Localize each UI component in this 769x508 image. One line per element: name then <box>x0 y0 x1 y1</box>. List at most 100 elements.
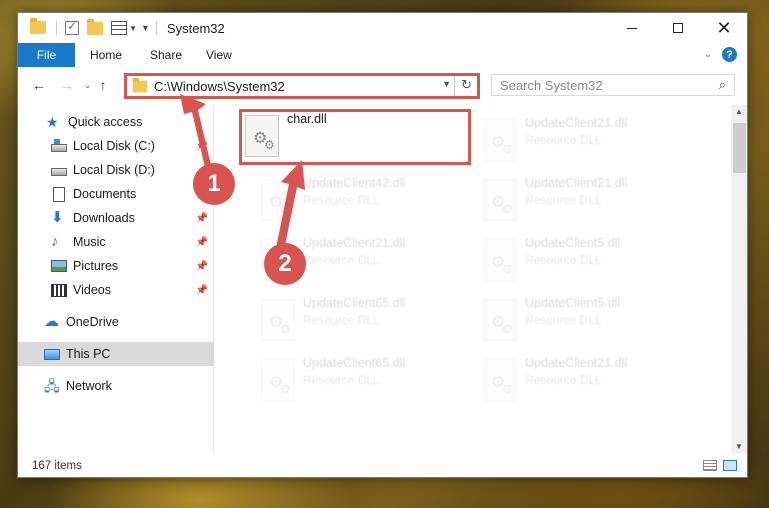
downloads-icon: ⬇ <box>51 209 64 226</box>
sidebar-item-onedrive[interactable]: ☁ OneDrive <box>18 310 214 334</box>
back-arrow-icon[interactable]: ← <box>32 77 46 93</box>
up-arrow-icon[interactable]: ↑ <box>100 77 107 93</box>
file-tile[interactable]: ⚙⚙ UpdateClient21.dll Resource DLL <box>477 173 709 229</box>
forward-arrow-icon[interactable]: → <box>60 77 74 93</box>
quick-access-toolbar-icon[interactable] <box>111 21 127 35</box>
scroll-thumb[interactable] <box>733 123 746 173</box>
tab-file[interactable]: File <box>18 43 75 67</box>
file-name: UpdateClient65.dll <box>303 356 406 370</box>
music-icon: ♪ <box>51 233 59 250</box>
disk-icon <box>51 168 67 176</box>
annotation-badge-2: 2 <box>264 243 306 285</box>
sidebar-item-label: Pictures <box>73 259 119 273</box>
search-input[interactable]: Search System32 ⌕ <box>491 74 735 96</box>
sidebar-item-downloads[interactable]: ⬇ Downloads 📌 <box>18 206 214 230</box>
vertical-scrollbar[interactable]: ▲ ▼ <box>731 105 747 453</box>
window-controls: ✕ <box>609 13 747 43</box>
videos-icon <box>51 283 67 297</box>
file-tile[interactable]: ⚙⚙ UpdateClient21.dll Resource DLL <box>477 353 709 409</box>
pin-icon[interactable]: 📌 <box>196 237 208 248</box>
chevron-down-icon[interactable]: ▼ <box>442 79 451 89</box>
refresh-icon[interactable]: ↻ <box>461 77 472 93</box>
dll-file-icon: ⚙⚙ <box>483 359 517 401</box>
file-type: Resource DLL <box>303 193 380 207</box>
sidebar-item-pictures[interactable]: Pictures 📌 <box>18 254 214 278</box>
sidebar-item-label: OneDrive <box>66 315 119 329</box>
sidebar-item-this-pc[interactable]: This PC <box>18 342 214 366</box>
sidebar-item-label: Network <box>66 379 112 393</box>
properties-check-icon[interactable] <box>65 19 79 35</box>
address-path[interactable]: C:\Windows\System32 <box>154 79 285 94</box>
title-bar: ▼ ▾ System32 ✕ <box>18 13 747 43</box>
address-bar[interactable]: C:\Windows\System32 ▼ ↻ <box>124 73 480 99</box>
maximize-icon <box>673 23 683 33</box>
tab-view[interactable]: View <box>206 43 246 67</box>
tiles-view-icon[interactable] <box>723 460 737 471</box>
chevron-down-icon[interactable]: ▼ <box>129 24 137 33</box>
sidebar-item-local-disk-d[interactable]: Local Disk (D:) <box>18 158 214 182</box>
file-type: Resource DLL <box>525 193 602 207</box>
sidebar-item-label: Videos <box>73 283 111 297</box>
help-icon[interactable]: ? <box>722 47 737 62</box>
pictures-icon <box>51 260 67 272</box>
file-name: UpdateClient21.dll <box>525 116 628 130</box>
file-type: Resource DLL <box>303 253 380 267</box>
file-tile[interactable]: ⚙ ⚙ UpdateClient5.dll Resource DLL <box>477 233 709 289</box>
file-name: UpdateClient5.dll <box>525 296 621 310</box>
onedrive-icon: ☁ <box>44 313 59 330</box>
file-tile[interactable]: ⚙ ⚙ UpdateClient65.dll Resource DLL <box>255 293 487 349</box>
file-name: UpdateClient5.dll <box>525 236 621 250</box>
sidebar-item-label: This PC <box>66 347 111 361</box>
close-button[interactable]: ✕ <box>701 13 747 43</box>
dll-file-icon: ⚙⚙ <box>261 359 295 401</box>
details-view-icon[interactable] <box>703 460 717 471</box>
expand-ribbon-icon[interactable]: ⌄ <box>704 49 712 60</box>
item-count: 167 items <box>32 460 82 472</box>
new-folder-icon[interactable] <box>87 18 103 35</box>
file-type: Resource DLL <box>303 313 380 327</box>
scroll-up-icon[interactable]: ▲ <box>735 107 743 116</box>
tab-share[interactable]: Share <box>150 43 190 67</box>
pin-icon[interactable]: 📌 <box>196 261 208 272</box>
sidebar-item-label: Documents <box>73 187 137 201</box>
dll-file-icon: ⚙⚙ <box>483 119 517 161</box>
annotation-badge-1: 1 <box>193 163 235 205</box>
file-tile[interactable]: ⚙ ⚙ UpdateClient42.dll Resource DLL <box>255 173 487 229</box>
search-placeholder[interactable]: Search System32 <box>500 78 719 93</box>
file-tile[interactable]: ⚙ ⚙ UpdateClient65.dll Resource DLL <box>255 353 487 409</box>
navigation-bar: ← → ⌄ ↑ C:\Windows\System32 ▼ ↻ Search S… <box>18 68 747 102</box>
dll-file-icon: ⚙⚙ <box>261 179 295 221</box>
dll-file-icon: ⚙⚙ <box>261 299 295 341</box>
file-name: UpdateClient21.dll <box>525 176 628 190</box>
tab-home[interactable]: Home <box>90 43 134 67</box>
file-tile[interactable]: ⚙⚙ UpdateClient21.dll Resource DLL <box>477 113 709 169</box>
minimize-button[interactable] <box>609 13 655 43</box>
dll-file-icon: ⚙⚙ <box>245 115 279 157</box>
recent-locations-icon[interactable]: ⌄ <box>84 80 92 91</box>
search-icon[interactable]: ⌕ <box>719 77 726 93</box>
pin-icon[interactable]: 📌 <box>196 285 208 296</box>
sidebar-item-music[interactable]: ♪ Music 📌 <box>18 230 214 254</box>
window-title: System32 <box>166 20 225 36</box>
file-tile-char-dll[interactable]: ⚙ ⚙ char.dll <box>239 109 471 165</box>
customize-toolbar-icon[interactable]: ▾ <box>143 23 148 34</box>
dll-file-icon: ⚙⚙ <box>483 239 517 281</box>
folder-icon <box>132 77 148 92</box>
pin-icon[interactable]: 📌 <box>196 141 208 152</box>
file-explorer-window: ▼ ▾ System32 ✕ File Home Share View ⌄ ? … <box>17 12 748 478</box>
sidebar-item-quick-access[interactable]: ★ Quick access <box>18 110 214 134</box>
sidebar-item-local-disk-c[interactable]: Local Disk (C:) 📌 <box>18 134 214 158</box>
sidebar-item-label: Quick access <box>68 115 143 129</box>
file-name: UpdateClient65.dll <box>303 296 406 310</box>
maximize-button[interactable] <box>655 13 701 43</box>
file-name: char.dll <box>287 112 327 126</box>
file-tile[interactable]: ⚙ ⚙ UpdateClient5.dll Resource DLL <box>477 293 709 349</box>
pin-icon[interactable]: 📌 <box>196 213 208 224</box>
sidebar-item-network[interactable]: 🖧 Network <box>18 374 214 398</box>
sidebar-item-videos[interactable]: Videos 📌 <box>18 278 214 302</box>
network-icon: 🖧 <box>44 378 60 394</box>
sidebar-item-documents[interactable]: Documents 📌 <box>18 182 214 206</box>
dll-file-icon: ⚙⚙ <box>483 179 517 221</box>
file-name: UpdateClient21.dll <box>525 356 628 370</box>
scroll-down-icon[interactable]: ▼ <box>735 442 743 451</box>
